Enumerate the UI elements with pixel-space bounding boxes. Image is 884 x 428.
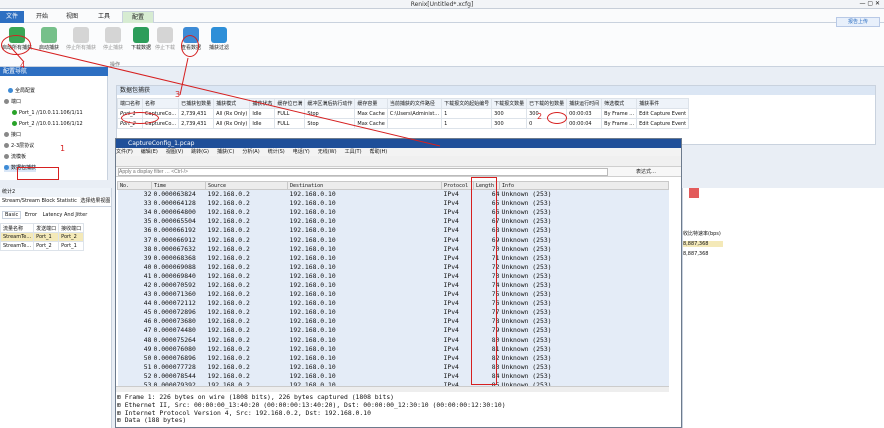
annotation-arrow (179, 57, 189, 96)
annotation-arrows (7, 43, 441, 147)
annotation-arrow (29, 47, 441, 147)
annotation-arrow (7, 43, 25, 63)
